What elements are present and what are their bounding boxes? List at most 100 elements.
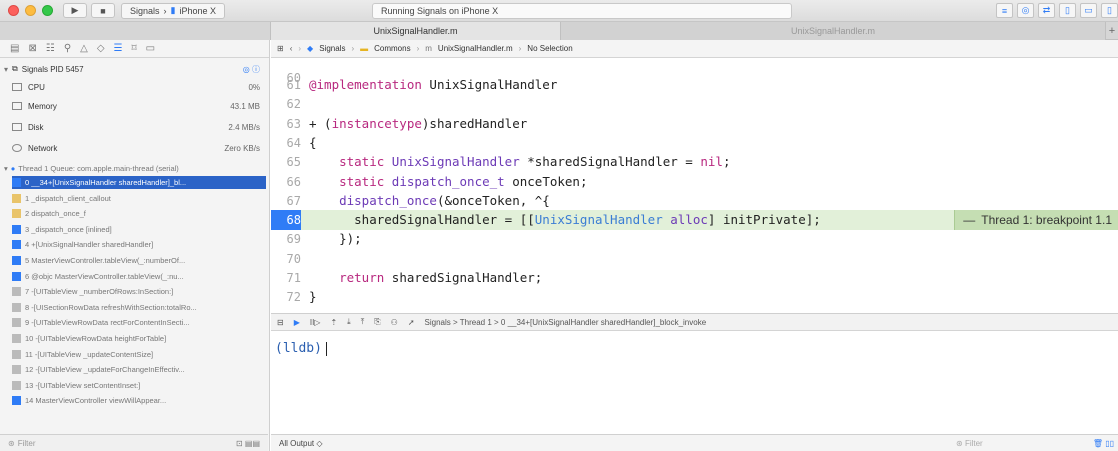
lldb-console[interactable]: (lldb) bbox=[271, 331, 1118, 434]
stack-frame[interactable]: 4 +[UnixSignalHandler sharedHandler] bbox=[12, 238, 266, 251]
jump-project[interactable]: Signals bbox=[319, 44, 345, 53]
gauge-network[interactable]: Network Zero KB/s bbox=[0, 141, 268, 155]
breakpoint-annotation[interactable]: — Thread 1: breakpoint 1.1 bbox=[954, 210, 1118, 231]
breakpoints-toggle-icon[interactable]: ▶ bbox=[294, 318, 300, 327]
step-out-icon[interactable]: ⤒ bbox=[361, 317, 365, 327]
issue-navigator-icon[interactable]: △ bbox=[80, 43, 88, 54]
close-window-button[interactable] bbox=[8, 5, 19, 16]
line-number[interactable]: 67 bbox=[271, 191, 301, 211]
stop-button[interactable]: ■ bbox=[91, 3, 115, 18]
toggle-debug-area-icon[interactable]: ▭ bbox=[1080, 3, 1097, 18]
debug-navigator-icon[interactable]: ☰ bbox=[114, 43, 123, 54]
stack-frame[interactable]: 5 MasterViewController.tableView(_:numbe… bbox=[12, 254, 266, 267]
activity-status: Running Signals on iPhone X bbox=[372, 3, 792, 19]
gauge-cpu[interactable]: CPU 0% bbox=[0, 80, 268, 94]
line-number[interactable]: 68 bbox=[271, 210, 301, 231]
hide-debug-area-icon[interactable]: ⊟ bbox=[277, 318, 284, 327]
test-navigator-icon[interactable]: ◇ bbox=[97, 43, 105, 54]
frame-icon bbox=[12, 240, 21, 250]
report-navigator-icon[interactable]: ▭ bbox=[146, 43, 155, 54]
stack-frame[interactable]: 0 __34+[UnixSignalHandler sharedHandler]… bbox=[12, 176, 266, 189]
code-token: dispatch_once_t bbox=[391, 173, 505, 189]
source-control-icon[interactable]: ⊠ bbox=[28, 43, 36, 54]
source-editor[interactable]: 60 61 @implementation UnixSignalHandler 62… bbox=[271, 58, 1118, 313]
stack-frame[interactable]: 8 -[UISectionRowData refreshWithSection:… bbox=[12, 301, 266, 314]
play-icon: ▶ bbox=[71, 5, 79, 15]
back-icon[interactable]: ‹ bbox=[290, 44, 293, 53]
stack-frame[interactable]: 3 _dispatch_once [inlined] bbox=[12, 223, 266, 236]
frame-label: 2 dispatch_once_f bbox=[25, 209, 86, 219]
line-number[interactable]: 70 bbox=[271, 249, 301, 269]
gauge-memory[interactable]: Memory 43.1 MB bbox=[0, 99, 268, 113]
code-token: dispatch_once bbox=[339, 192, 437, 208]
stack-frame[interactable]: 11 -[UITableView _updateContentSize] bbox=[12, 348, 266, 361]
console-view-icons[interactable]: 🗑 ▯▯ bbox=[1093, 439, 1114, 448]
run-button[interactable]: ▶ bbox=[63, 3, 87, 18]
debug-path[interactable]: Signals > Thread 1 > 0 __34+[UnixSignalH… bbox=[425, 318, 707, 327]
version-editor-icon[interactable]: ⇄ bbox=[1038, 3, 1055, 18]
process-controls-icon[interactable]: ◎ ⓘ bbox=[243, 64, 260, 75]
frame-label: 11 -[UITableView _updateContentSize] bbox=[25, 349, 154, 359]
jump-group[interactable]: Commons bbox=[374, 44, 410, 53]
tab-unixsignalhandler-active[interactable]: UnixSignalHandler.m bbox=[271, 22, 561, 40]
standard-editor-icon[interactable]: ≡ bbox=[996, 3, 1013, 18]
filter-options-icon[interactable]: ⊡ ▤▤ bbox=[236, 439, 260, 448]
scheme-selector[interactable]: Signals › ▮ iPhone X bbox=[121, 2, 226, 19]
code-line: 60 bbox=[271, 58, 1118, 85]
related-items-icon[interactable]: ⊞ bbox=[277, 44, 284, 53]
stack-frame[interactable]: 1 _dispatch_client_callout bbox=[12, 192, 266, 205]
console-filter-input[interactable]: ⊛ Filter bbox=[956, 439, 983, 448]
stack-frame[interactable]: 13 -[UITableView setContentInset:] bbox=[12, 379, 266, 392]
line-number[interactable]: 69 bbox=[271, 229, 301, 249]
output-selector[interactable]: All Output ◇ bbox=[279, 439, 323, 448]
line-number[interactable]: 61 bbox=[271, 75, 301, 95]
code-line: 65 static UnixSignalHandler *sharedSigna… bbox=[271, 152, 1118, 172]
jump-file[interactable]: UnixSignalHandler.m bbox=[438, 44, 513, 53]
step-over-icon[interactable]: ⇡ bbox=[330, 318, 337, 327]
toggle-inspector-icon[interactable]: ▯ bbox=[1101, 3, 1118, 18]
code-token: { bbox=[309, 134, 317, 150]
stack-frame[interactable]: 9 -[UITableViewRowData rectForContentInS… bbox=[12, 316, 266, 329]
symbol-navigator-icon[interactable]: ☷ bbox=[46, 43, 55, 54]
tab-unixsignalhandler[interactable]: UnixSignalHandler.m bbox=[561, 22, 1106, 40]
step-into-icon[interactable]: ⤓ bbox=[347, 317, 351, 327]
line-number[interactable]: 66 bbox=[271, 172, 301, 192]
gauge-disk[interactable]: Disk 2.4 MB/s bbox=[0, 120, 268, 134]
minimize-window-button[interactable] bbox=[25, 5, 36, 16]
stack-frame[interactable]: 12 -[UITableView _updateForChangeInEffec… bbox=[12, 363, 266, 376]
assistant-editor-icon[interactable]: ◎ bbox=[1017, 3, 1034, 18]
find-navigator-icon[interactable]: ⚲ bbox=[64, 43, 71, 54]
stack-frame[interactable]: 6 @objc MasterViewController.tableView(_… bbox=[12, 270, 266, 283]
gauge-value: Zero KB/s bbox=[224, 143, 260, 153]
zoom-window-button[interactable] bbox=[42, 5, 53, 16]
stack-frame[interactable]: 10 -[UITableViewRowData heightForTable] bbox=[12, 332, 266, 345]
project-navigator-icon[interactable]: ▤ bbox=[10, 43, 19, 54]
stack-frame[interactable]: 2 dispatch_once_f bbox=[12, 207, 266, 220]
memory-graph-icon[interactable]: ⚇ bbox=[391, 318, 398, 327]
view-debugger-icon[interactable]: ⎘ bbox=[374, 317, 380, 327]
breakpoint-icon: — bbox=[963, 213, 976, 228]
line-number[interactable]: 64 bbox=[271, 133, 301, 153]
stack-frame[interactable]: 7 -[UITableView _numberOfRows:InSection:… bbox=[12, 285, 266, 298]
code-token: UnixSignalHandler bbox=[534, 212, 663, 228]
add-tab-icon[interactable]: + bbox=[1106, 22, 1118, 39]
forward-icon[interactable]: › bbox=[298, 44, 301, 53]
line-number[interactable]: 72 bbox=[271, 287, 301, 307]
jump-selection[interactable]: No Selection bbox=[527, 44, 572, 53]
breakpoint-navigator-icon[interactable]: ⌑ bbox=[132, 43, 137, 54]
line-number[interactable]: 62 bbox=[271, 94, 301, 114]
simulate-location-icon[interactable]: ➚ bbox=[408, 318, 415, 327]
line-number[interactable]: 71 bbox=[271, 268, 301, 288]
process-row[interactable]: ▾ ⧉ Signals PID 5457 ◎ ⓘ bbox=[0, 62, 268, 76]
code-text: @implementation UnixSignalHandler bbox=[309, 75, 557, 95]
navigator-filter-input[interactable]: Filter bbox=[18, 439, 36, 448]
line-number[interactable]: 65 bbox=[271, 152, 301, 172]
stack-frame[interactable]: 14 MasterViewController viewWillAppear..… bbox=[12, 394, 266, 407]
toggle-navigator-icon[interactable]: ▯ bbox=[1059, 3, 1076, 18]
gauge-label: Network bbox=[28, 143, 58, 153]
frame-icon bbox=[12, 318, 21, 328]
line-number[interactable]: 63 bbox=[271, 114, 301, 134]
thread-row[interactable]: ▾ ● Thread 1 Queue: com.apple.main-threa… bbox=[0, 161, 268, 175]
continue-icon[interactable]: II▷ bbox=[310, 318, 321, 327]
